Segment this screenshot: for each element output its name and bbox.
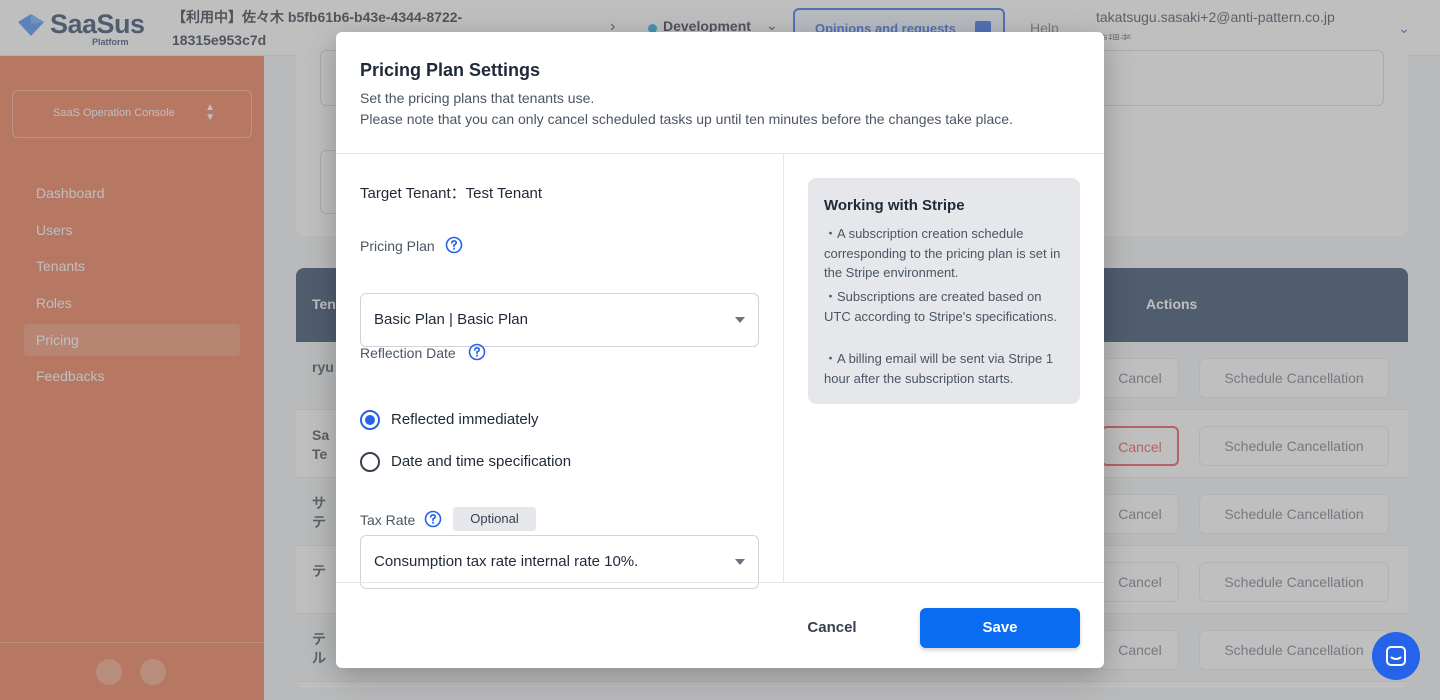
tax-rate-value: Consumption tax rate internal rate 10%.: [374, 553, 639, 570]
dialog-title: Pricing Plan Settings: [360, 60, 541, 80]
chat-launcher-button[interactable]: [1372, 632, 1420, 680]
chat-icon: [1386, 646, 1406, 666]
dialog-form: Target Tenant：Test Tenant Pricing Plan B…: [336, 154, 784, 589]
pricing-plan-select[interactable]: Basic Plan | Basic Plan: [360, 293, 759, 347]
pricing-plan-label: Pricing Plan: [360, 238, 435, 254]
question-circle-icon[interactable]: [424, 510, 442, 528]
tax-rate-select[interactable]: Consumption tax rate internal rate 10%.: [360, 535, 759, 589]
stripe-info-panel: Working with Stripe ・A subscription crea…: [808, 178, 1080, 404]
dialog-header: Pricing Plan Settings Set the pricing pl…: [336, 32, 1104, 154]
target-tenant: Target Tenant：Test Tenant: [360, 185, 543, 202]
dialog-description-note: Please note that you can only cancel sch…: [360, 111, 1013, 127]
radio-label: Reflected immediately: [391, 411, 539, 428]
save-button[interactable]: Save: [920, 608, 1080, 648]
tax-rate-label: Tax Rate: [360, 512, 416, 528]
info-item: ・A subscription creation schedule corres…: [824, 226, 1061, 280]
dialog-description: Set the pricing plans that tenants use.: [360, 90, 595, 106]
pricing-plan-settings-dialog: Pricing Plan Settings Set the pricing pl…: [336, 32, 1104, 668]
info-item: ・Subscriptions are created based on UTC …: [824, 289, 1057, 324]
dialog-footer: Cancel Save: [336, 582, 1104, 668]
optional-badge: Optional: [453, 507, 536, 531]
question-circle-icon[interactable]: [468, 343, 486, 361]
radio-button-selected[interactable]: [360, 410, 380, 430]
dropdown-caret-icon: [735, 559, 745, 565]
radio-button[interactable]: [360, 452, 380, 472]
question-circle-icon[interactable]: [445, 236, 463, 254]
reflection-date-label: Reflection Date: [360, 345, 456, 361]
info-title: Working with Stripe: [824, 197, 965, 214]
pricing-plan-value: Basic Plan | Basic Plan: [374, 311, 528, 328]
info-item: ・A billing email will be sent via Stripe…: [824, 351, 1054, 386]
cancel-button[interactable]: Cancel: [788, 608, 876, 648]
radio-label: Date and time specification: [391, 453, 572, 470]
dropdown-caret-icon: [735, 317, 745, 323]
